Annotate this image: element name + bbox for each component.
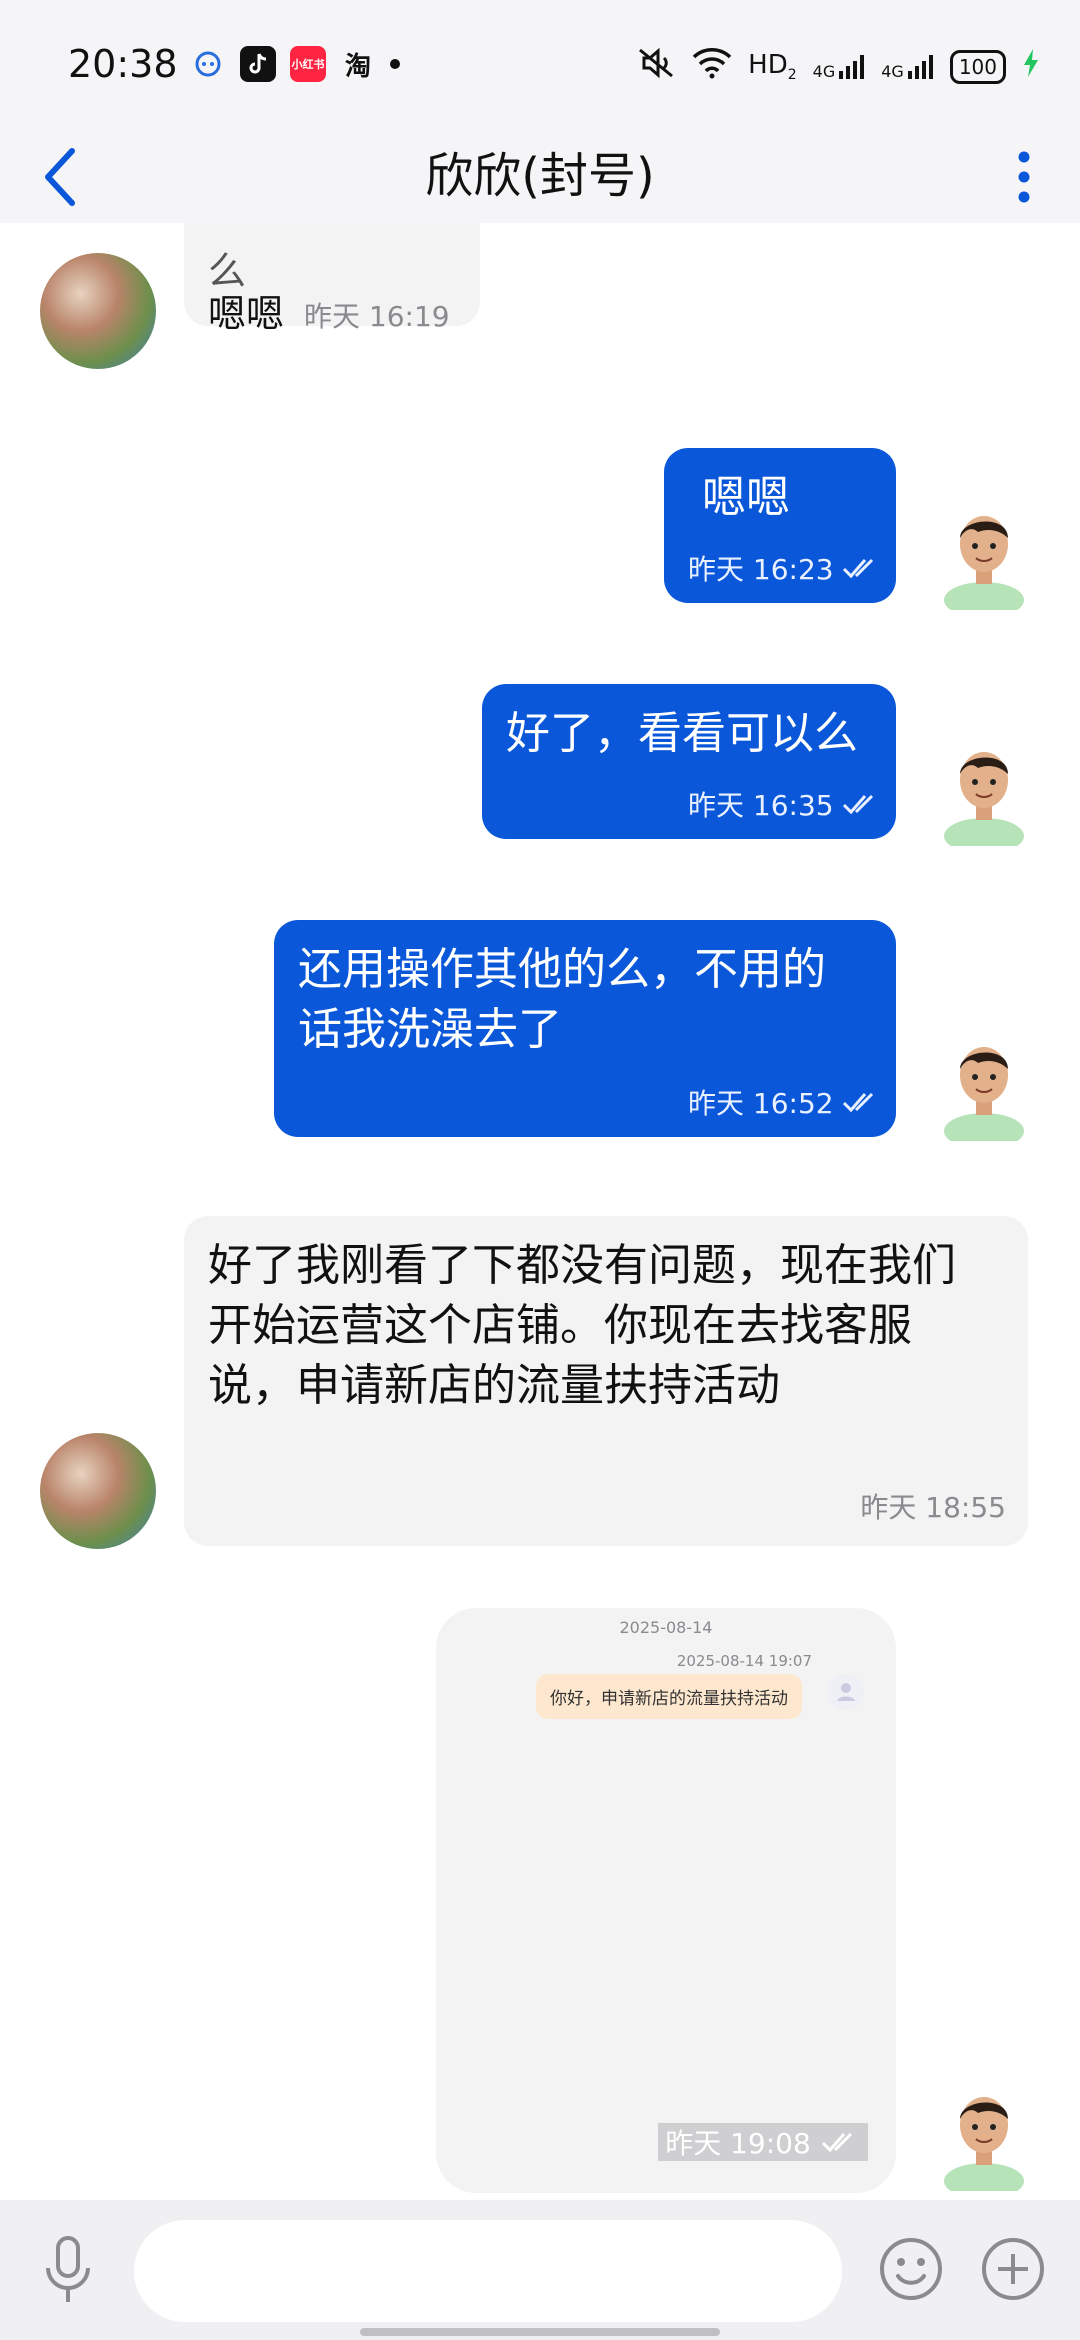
- chat-list[interactable]: 么 嗯嗯 昨天 16:19 嗯嗯 昨天 16:23 好了，看看可以么 昨天 16…: [0, 223, 1080, 2200]
- message-time: 昨天 16:52: [688, 1082, 882, 1122]
- system-icons: HD2 4G 4G 100: [636, 46, 1040, 87]
- my-avatar[interactable]: [938, 2081, 1030, 2199]
- signal-icon: 4G: [813, 53, 866, 81]
- read-ticks-icon: [842, 794, 873, 815]
- message-text: 嗯嗯: [208, 292, 285, 336]
- image-timestamp: 2025-08-14 19:07: [676, 1652, 812, 1670]
- image-message[interactable]: 2025-08-14 2025-08-14 19:07 你好，申请新店的流量扶持…: [436, 1608, 896, 2193]
- hd-label: HD2: [748, 49, 797, 84]
- charging-icon: [1022, 48, 1040, 85]
- message-text-line-1: 好了我刚看了下都没有问题，现在我们: [208, 1240, 956, 1291]
- contact-avatar[interactable]: [40, 1433, 156, 1549]
- xiaohongshu-icon: 小红书: [290, 46, 326, 82]
- composer-bar: [0, 2200, 1080, 2340]
- microphone-icon: [46, 2236, 90, 2302]
- user-placeholder-icon: [828, 1674, 864, 1710]
- my-avatar[interactable]: [938, 1031, 1030, 1149]
- message-text-line-3: 说，申请新店的流量扶持活动: [208, 1360, 780, 1411]
- battery-indicator: 100: [949, 49, 1006, 84]
- read-ticks-icon: [842, 1092, 873, 1113]
- contact-avatar[interactable]: [40, 253, 156, 369]
- image-date: 2025-08-14: [619, 1618, 713, 1637]
- message-bubble[interactable]: 好了，看看可以么 昨天 16:35: [482, 684, 896, 839]
- smiley-icon: [880, 2238, 942, 2300]
- dot-icon: [390, 59, 400, 69]
- message-text-line-2: 话我洗澡去了: [298, 1004, 562, 1055]
- message-bubble[interactable]: 好了我刚看了下都没有问题，现在我们 开始运营这个店铺。你现在去找客服 说，申请新…: [184, 1216, 1028, 1546]
- more-options-button[interactable]: [1004, 130, 1044, 223]
- chat-header: 欣欣(封号): [0, 130, 1080, 223]
- mute-icon: [636, 46, 676, 87]
- more-vertical-icon: [1018, 151, 1030, 202]
- message-time: 昨天 16:35: [688, 784, 882, 824]
- douyin-icon: [240, 46, 276, 82]
- message-time: 昨天 16:19: [304, 300, 450, 333]
- message-text-line-1: 还用操作其他的么，不用的: [298, 944, 826, 995]
- message-input[interactable]: [134, 2220, 842, 2322]
- emoji-button[interactable]: [878, 2236, 944, 2302]
- message-bubble[interactable]: 么 嗯嗯 昨天 16:19: [184, 223, 480, 336]
- my-avatar[interactable]: [938, 500, 1030, 618]
- image-message-text: 你好，申请新店的流量扶持活动: [536, 1674, 802, 1719]
- attach-button[interactable]: [980, 2236, 1046, 2302]
- message-text: 嗯嗯: [702, 472, 790, 523]
- taobao-icon: 淘: [344, 51, 371, 82]
- read-ticks-icon: [821, 2132, 852, 2153]
- signal-icon-2: 4G: [881, 53, 934, 81]
- message-time: 昨天 19:08: [658, 2123, 868, 2161]
- my-avatar[interactable]: [938, 736, 1030, 854]
- read-ticks-icon: [842, 558, 873, 579]
- notification-icons: 小红书 淘: [190, 46, 400, 82]
- plus-circle-icon: [982, 2238, 1044, 2300]
- message-time: 昨天 18:55: [860, 1491, 1006, 1524]
- status-bar: 20:38 小红书 淘 HD2 4G 4G 100: [0, 0, 1080, 130]
- status-time: 20:38: [68, 42, 178, 86]
- message-bubble[interactable]: 还用操作其他的么，不用的 话我洗澡去了 昨天 16:52: [274, 920, 896, 1137]
- message-text: 好了，看看可以么: [506, 708, 858, 759]
- page-title: 欣欣(封号): [425, 148, 655, 204]
- wifi-icon: [692, 47, 732, 86]
- home-indicator[interactable]: [360, 2328, 720, 2336]
- message-time: 昨天 16:23: [688, 548, 882, 588]
- chat-bubble-icon: [190, 46, 226, 82]
- voice-button[interactable]: [36, 2234, 100, 2306]
- message-bubble[interactable]: 嗯嗯 昨天 16:23: [664, 448, 896, 603]
- message-text-line-2: 开始运营这个店铺。你现在去找客服: [208, 1300, 912, 1351]
